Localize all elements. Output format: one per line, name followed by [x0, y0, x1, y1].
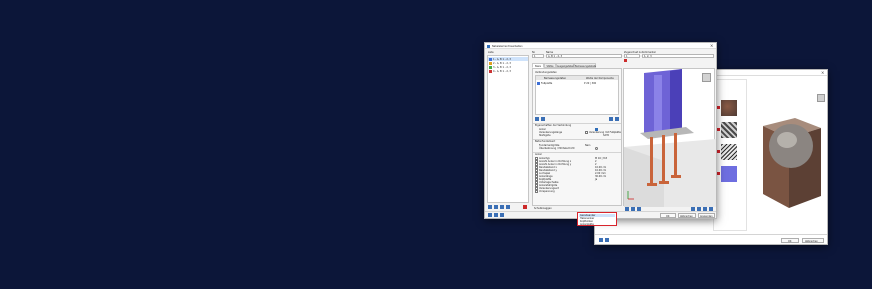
table-header: Bemessungsdaten Werte der Komponente — [536, 76, 618, 80]
apply-button[interactable]: Anwenden — [698, 213, 715, 218]
import-icon[interactable] — [500, 205, 504, 209]
copy-item-icon[interactable] — [494, 205, 498, 209]
delete-item-icon[interactable] — [523, 205, 527, 209]
comment-field[interactable]: 1, 2, 3 — [642, 54, 714, 58]
units-icon[interactable] — [494, 213, 498, 217]
view-cube-icon[interactable] — [702, 73, 711, 82]
folder-icon[interactable] — [599, 238, 603, 242]
anchor-row-checkbox[interactable] — [535, 190, 538, 193]
window-title: Nabelelement bearbeiten — [492, 44, 523, 48]
ok-button[interactable]: OK — [660, 213, 676, 218]
app-icon — [487, 44, 490, 48]
main-dialog-window: Nabelelement bearbeiten × Liste 1 - A, B… — [484, 42, 717, 226]
export-icon[interactable] — [506, 205, 510, 209]
anchorage-checkbox[interactable] — [585, 131, 588, 134]
base-plate-model — [624, 69, 716, 207]
selection-marker — [717, 128, 720, 131]
anchor-type-dropdown[interactable]: Geradeanker Hakenanker Kopfbolzen Ankerp… — [577, 212, 617, 226]
properties-panel: Verbindungsdaten Bemessungsdaten Werte d… — [532, 68, 622, 226]
save-icon[interactable] — [605, 238, 609, 242]
filter-icon[interactable] — [615, 117, 619, 121]
material-thumbnail-rust[interactable] — [721, 100, 737, 116]
ok-button[interactable]: OK — [781, 238, 799, 243]
material-thumbnail-speckle[interactable] — [721, 144, 737, 160]
help-icon[interactable] — [488, 213, 492, 217]
new-item-icon[interactable] — [488, 205, 492, 209]
number-field[interactable]: 1 — [532, 54, 544, 58]
component-table[interactable]: Bemessungsdaten Werte der Komponente Fuß… — [535, 75, 619, 115]
3d-viewport[interactable] — [623, 68, 716, 207]
tree-item[interactable]: 4 - A, B 1 - 2, 3 — [488, 69, 528, 73]
toggle-icon[interactable] — [595, 147, 598, 150]
anchor-row-label: Vorspannung — [539, 190, 555, 193]
selection-marker — [717, 150, 720, 153]
cancel-button[interactable]: Abbrechen — [678, 213, 696, 218]
title-bar: Nabelelement bearbeiten × — [485, 43, 716, 49]
list-icon[interactable] — [609, 117, 613, 121]
dropdown-option[interactable]: Ankerplatte — [579, 223, 615, 226]
anchor-row-value[interactable]: Ja — [595, 178, 597, 181]
close-icon[interactable]: × — [821, 70, 825, 75]
tree-header: Liste — [488, 51, 494, 54]
cancel-button[interactable]: Abbrechen — [802, 238, 824, 243]
selection-marker — [717, 172, 720, 175]
material-preview-cube — [763, 118, 821, 208]
settings-icon[interactable] — [500, 213, 504, 217]
assigned-to-field[interactable]: 1 — [624, 54, 640, 58]
item-tree[interactable]: 1 - A, B 1 - 2, 3 2 - A, B 1 - 2, 3 3 - … — [487, 55, 529, 203]
close-icon[interactable]: × — [710, 43, 714, 48]
selection-marker — [717, 106, 720, 109]
table-row[interactable]: Fußplatte P 20 | 300 — [536, 81, 618, 85]
add-row-icon[interactable] — [535, 117, 539, 121]
material-thumbnail-granite[interactable] — [721, 122, 737, 138]
view-cube-icon[interactable] — [817, 94, 825, 102]
clear-icon[interactable] — [624, 59, 627, 62]
material-thumbnail-blue[interactable] — [721, 166, 737, 182]
edit-row-icon[interactable] — [541, 117, 545, 121]
name-field[interactable]: A, B 1 - 2, 3 — [546, 54, 622, 58]
